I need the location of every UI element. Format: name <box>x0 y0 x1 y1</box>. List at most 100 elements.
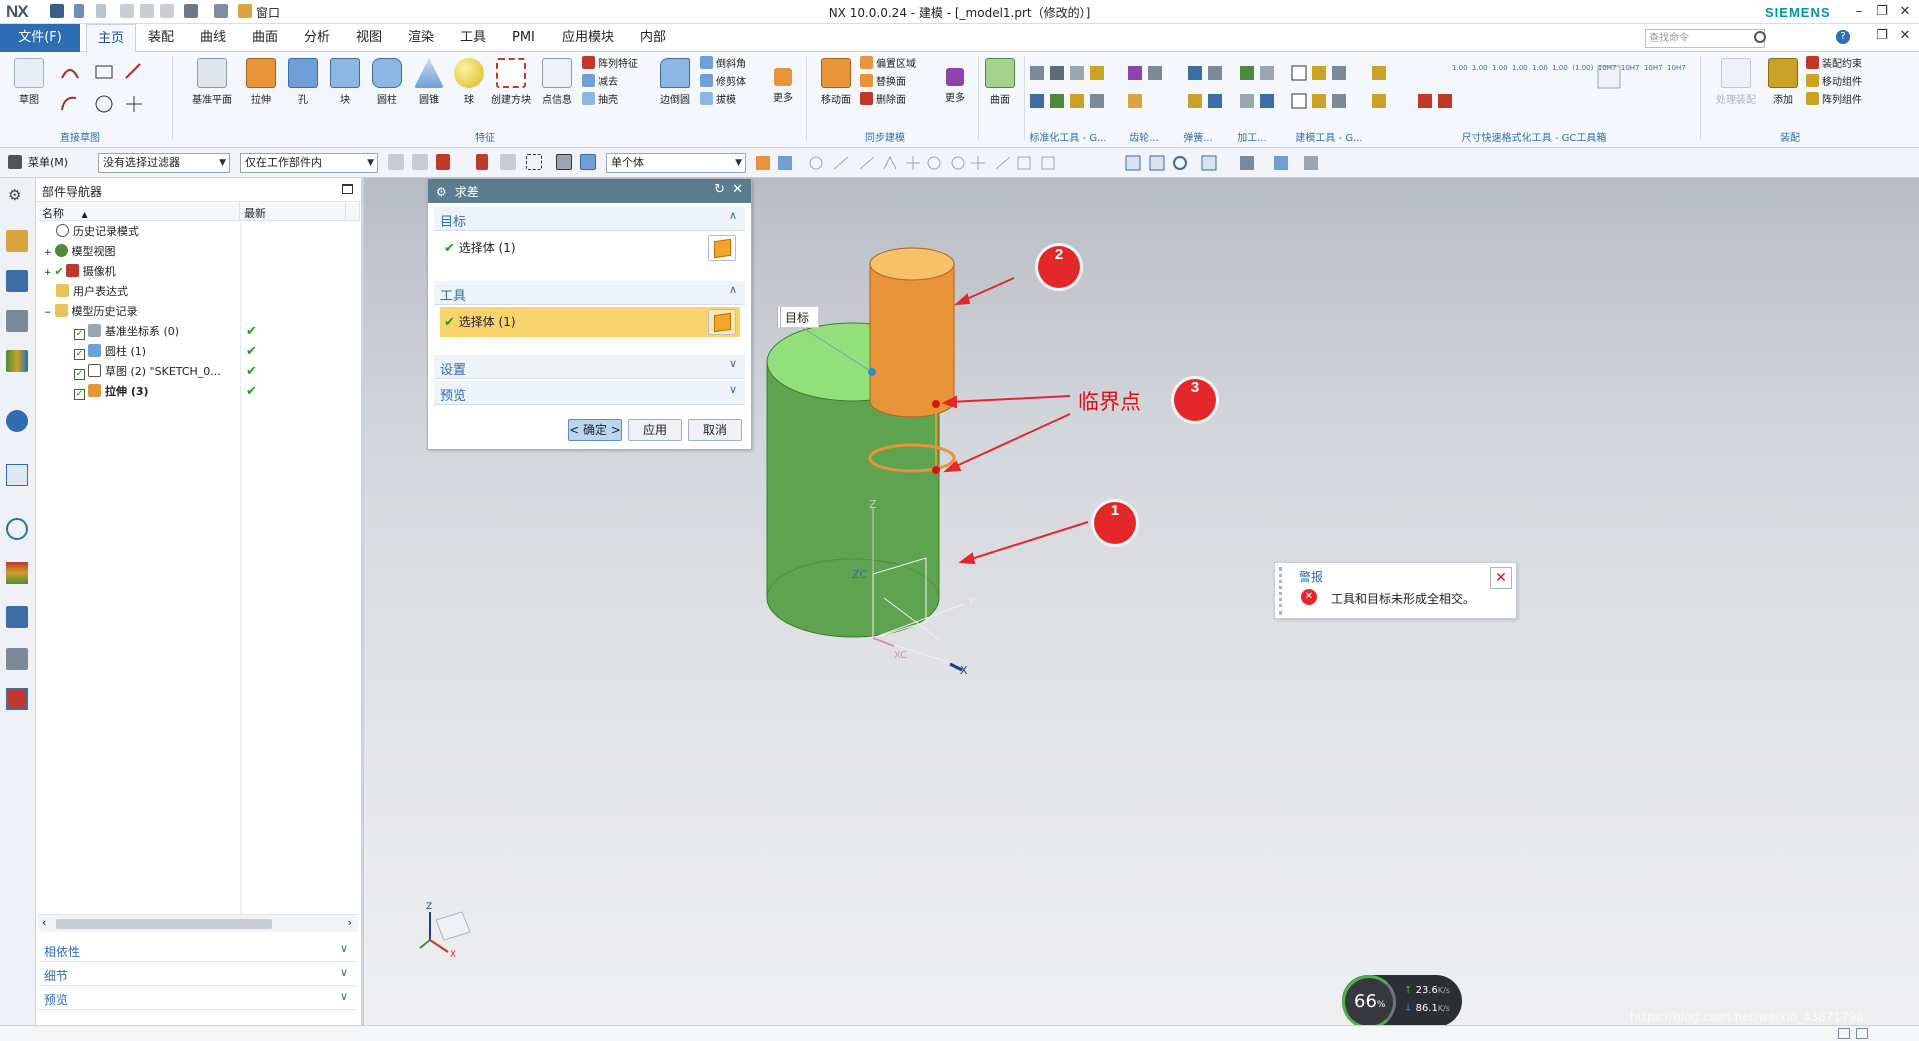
tab-pmi[interactable]: PMI <box>502 24 545 52</box>
block-button[interactable]: 块 <box>324 58 366 106</box>
tree-item-cameras[interactable]: + ✔ 摄像机 <box>38 262 360 282</box>
assembly-navigator-icon[interactable] <box>6 270 28 292</box>
system-scenes-icon[interactable] <box>6 688 28 710</box>
constraint-navigator-icon[interactable] <box>6 310 28 332</box>
visibility-checkbox[interactable]: ✓ <box>74 349 85 360</box>
tab-view[interactable]: 视图 <box>346 24 392 52</box>
menu-button[interactable]: 菜单(M) <box>28 154 68 170</box>
tab-assembly[interactable]: 装配 <box>138 24 184 52</box>
tree-item-model-history[interactable]: − 模型历史记录 <box>38 302 360 322</box>
tree-item-history-mode[interactable]: 历史记录模式 <box>38 222 360 242</box>
dim-format-tools[interactable]: 1.00 1.00 1.00 1.00 1.00 1.00 (1.00) 10H… <box>1452 64 1686 72</box>
search-icon[interactable] <box>1754 31 1766 43</box>
tree-item-user-expressions[interactable]: 用户表达式 <box>38 282 360 302</box>
roles-icon[interactable] <box>6 648 28 670</box>
edge-blend-button[interactable]: 边倒圆 <box>654 58 696 106</box>
column-name[interactable]: 名称 ▲ <box>38 202 240 221</box>
array-component-button[interactable]: 阵列组件 <box>1806 92 1916 110</box>
command-search-input[interactable]: 查找命令 <box>1645 29 1765 48</box>
replace-face-button[interactable]: 替换面 <box>860 74 936 92</box>
trim-body-button[interactable]: 修剪体 <box>700 74 766 92</box>
selection-filter-select[interactable]: 没有选择过滤器 ▼ <box>98 153 230 173</box>
tab-render[interactable]: 渲染 <box>398 24 444 52</box>
panel-preview[interactable]: 预览 ∨ <box>38 988 356 1010</box>
horizontal-scrollbar[interactable]: ‹ › <box>38 914 358 932</box>
create-box-button[interactable]: 创建方块 <box>488 58 534 106</box>
menu-icon[interactable] <box>8 155 22 169</box>
column-latest[interactable]: 最新 <box>240 202 346 221</box>
sketch-button[interactable]: 草图 <box>8 58 50 106</box>
rectangle-select-icon[interactable] <box>526 154 542 170</box>
tree-item-sketch[interactable]: ✓ 草图 (2) "SKETCH_0... ✔ <box>38 362 360 382</box>
gear-icon[interactable]: ⚙ <box>8 186 21 204</box>
process-assembly-button[interactable]: 处理装配 <box>1710 58 1762 106</box>
apply-button[interactable]: 应用 <box>628 419 682 441</box>
reset-icon[interactable]: ↻ <box>714 182 725 197</box>
curve-tool-icons[interactable] <box>60 60 150 120</box>
move-face-button[interactable]: 移动面 <box>814 58 858 106</box>
array-feature-button[interactable]: 阵列特征 <box>582 56 654 74</box>
alarm-close-button[interactable]: ✕ <box>1490 567 1512 589</box>
palette-icon[interactable] <box>6 562 28 584</box>
subtract-button[interactable]: 减去 <box>582 74 654 92</box>
more-feature-button[interactable]: 更多 <box>762 68 804 104</box>
snap-icon-2[interactable] <box>412 154 428 170</box>
scroll-right-icon[interactable]: › <box>348 916 352 929</box>
tree-item-model-views[interactable]: + 模型视图 <box>38 242 360 262</box>
status-icon[interactable] <box>1838 1028 1850 1039</box>
cone-button[interactable]: 圆锥 <box>408 58 450 106</box>
file-menu[interactable]: 文件(F) <box>0 24 80 52</box>
scroll-left-icon[interactable]: ‹ <box>42 916 46 929</box>
expand-icon[interactable]: + <box>44 268 52 278</box>
selection-scope-select[interactable]: 仅在工作部件内 ▼ <box>240 153 378 173</box>
process-studio-icon[interactable] <box>6 606 28 628</box>
close-icon[interactable]: ✕ <box>732 182 743 197</box>
offset-region-button[interactable]: 偏置区域 <box>860 56 936 74</box>
minimize-icon[interactable]: – <box>1848 2 1870 22</box>
visibility-checkbox[interactable]: ✓ <box>74 389 85 400</box>
section-settings[interactable]: 设置 ∨ <box>434 355 745 379</box>
assembly-constraint-button[interactable]: 装配约束 <box>1806 56 1916 74</box>
body-select-icon[interactable] <box>580 154 596 170</box>
drag-handle[interactable] <box>1279 567 1285 615</box>
select-target-button[interactable] <box>708 235 736 261</box>
sphere-button[interactable]: 球 <box>448 58 490 106</box>
part-navigator-icon[interactable] <box>6 230 28 252</box>
tool-select-row[interactable]: ✔ 选择体 (1) <box>440 307 740 337</box>
reuse-library-icon[interactable] <box>6 350 28 372</box>
feature-curve-icon[interactable] <box>476 154 488 170</box>
datum-plane-button[interactable]: 基准平面 <box>186 58 238 106</box>
expand-icon[interactable]: + <box>44 248 52 258</box>
select-icon[interactable] <box>436 154 450 170</box>
close-doc-icon[interactable]: ✕ <box>1894 26 1916 46</box>
tab-home[interactable]: 主页 <box>86 24 136 52</box>
snap-point-icons[interactable] <box>756 154 1336 172</box>
add-component-button[interactable]: 添加 <box>1762 58 1804 106</box>
target-select-row[interactable]: ✔ 选择体 (1) <box>440 233 740 263</box>
visibility-checkbox[interactable]: ✓ <box>74 369 85 380</box>
select-tool-button[interactable] <box>708 309 736 335</box>
web-browser-icon[interactable] <box>6 410 28 432</box>
restore-doc-icon[interactable]: ❐ <box>1871 26 1893 46</box>
tab-analysis[interactable]: 分析 <box>294 24 340 52</box>
panel-dependencies[interactable]: 相依性 ∨ <box>38 940 356 962</box>
surface-button[interactable]: 曲面 <box>980 58 1020 106</box>
clock-icon[interactable] <box>6 518 28 540</box>
scrollbar-thumb[interactable] <box>56 919 272 929</box>
dialog-gear-icon[interactable]: ⚙ <box>436 185 447 199</box>
panel-details[interactable]: 细节 ∨ <box>38 964 356 986</box>
move-component-button[interactable]: 移动组件 <box>1806 74 1916 92</box>
column-extra[interactable] <box>346 202 360 221</box>
tree-item-datum-csys[interactable]: ✓ 基准坐标系 (0) ✔ <box>38 322 360 342</box>
chamfer-button[interactable]: 倒斜角 <box>700 56 766 74</box>
snap-icon[interactable] <box>388 154 404 170</box>
shell-button[interactable]: 抽壳 <box>582 92 654 110</box>
tab-internal[interactable]: 内部 <box>630 24 676 52</box>
tab-surface[interactable]: 曲面 <box>242 24 288 52</box>
selection-rule-icon[interactable] <box>500 154 516 170</box>
body-rule-select[interactable]: 单个体 ▼ <box>606 153 746 173</box>
direct-sketch-tools[interactable] <box>60 60 150 120</box>
visibility-checkbox[interactable]: ✓ <box>74 329 85 340</box>
status-icon-2[interactable] <box>1856 1028 1868 1039</box>
history-icon[interactable] <box>6 464 28 486</box>
